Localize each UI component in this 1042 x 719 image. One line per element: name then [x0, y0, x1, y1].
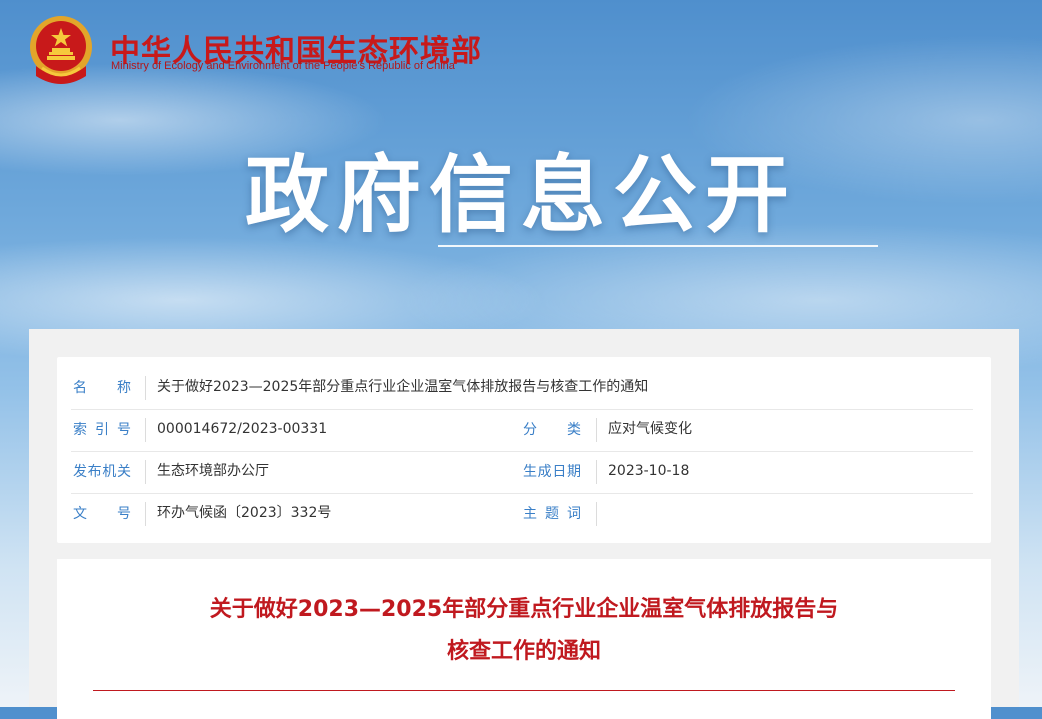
date-value: 2023-10-18: [608, 463, 690, 479]
date-label: 生成日期: [523, 464, 581, 480]
index-value: 000014672/2023-00331: [157, 421, 328, 437]
banner-title: 政府信息公开: [244, 146, 797, 244]
category-value: 应对气候变化: [608, 421, 692, 437]
meta-row-index: 索 引 号 000014672/2023-00331 分 类 应对气候变化: [71, 409, 973, 452]
divider: [596, 418, 597, 442]
category-label: 分 类: [523, 422, 581, 438]
meta-row-doc-number: 文 号 环办气候函〔2023〕332号 主 题 词: [71, 493, 973, 535]
meta-row-issuer: 发布机关 生态环境部办公厅 生成日期 2023-10-18: [71, 451, 973, 494]
document-metadata-panel: 名 称 关于做好2023—2025年部分重点行业企业温室气体排放报告与核查工作的…: [57, 357, 991, 543]
article-title-line2: 核查工作的通知: [446, 639, 601, 664]
article-body: 关于做好2023—2025年部分重点行业企业温室气体排放报告与 核查工作的通知: [57, 559, 991, 719]
divider: [145, 418, 146, 442]
site-name-en: Ministry of Ecology and Environment of t…: [111, 60, 455, 72]
content-area: 名 称 关于做好2023—2025年部分重点行业企业温室气体排放报告与核查工作的…: [29, 329, 1019, 719]
divider: [145, 460, 146, 484]
issuer-label: 发布机关: [73, 464, 131, 480]
title-divider: [93, 690, 955, 691]
banner-divider: [438, 245, 878, 247]
divider: [596, 460, 597, 484]
divider: [145, 502, 146, 526]
name-value: 关于做好2023—2025年部分重点行业企业温室气体排放报告与核查工作的通知: [157, 379, 649, 395]
meta-row-name: 名 称 关于做好2023—2025年部分重点行业企业温室气体排放报告与核查工作的…: [71, 367, 973, 410]
doc-number-label: 文 号: [73, 506, 131, 522]
index-label: 索 引 号: [73, 422, 131, 438]
name-label: 名 称: [73, 380, 131, 396]
site-header: 中华人民共和国生态环境部 Ministry of Ecology and Env…: [28, 14, 528, 84]
issuer-value: 生态环境部办公厅: [157, 463, 269, 479]
doc-number-value: 环办气候函〔2023〕332号: [157, 505, 332, 521]
national-emblem-icon[interactable]: [28, 14, 94, 84]
subject-label: 主 题 词: [523, 506, 581, 522]
article-title: 关于做好2023—2025年部分重点行业企业温室气体排放报告与 核查工作的通知: [117, 589, 931, 673]
divider: [145, 376, 146, 400]
divider: [596, 502, 597, 526]
article-title-line1: 关于做好2023—2025年部分重点行业企业温室气体排放报告与: [209, 597, 839, 622]
